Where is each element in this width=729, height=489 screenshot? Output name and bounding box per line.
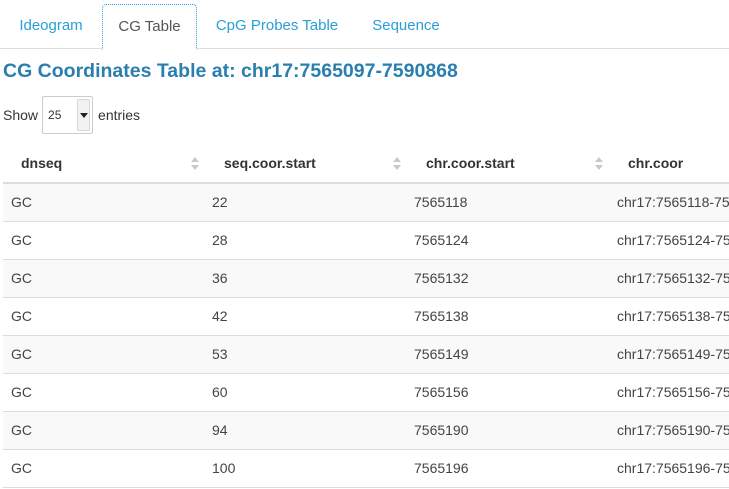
table-row[interactable]: GC 42 7565138 chr17:7565138-75 [3, 298, 729, 336]
table-row[interactable]: GC 22 7565118 chr17:7565118-75 [3, 184, 729, 222]
cell-chr-coor-start: 7565190 [414, 422, 469, 438]
tab-cpg-probes-table[interactable]: CpG Probes Table [207, 4, 347, 50]
cell-seq-coor-start: 100 [212, 460, 236, 476]
column-header-dnseq[interactable]: dnseq [21, 145, 62, 182]
length-suffix-label: entries [98, 107, 141, 123]
sort-both-icon[interactable] [393, 157, 401, 171]
tab-sequence[interactable]: Sequence [360, 4, 452, 50]
entries-per-page-select[interactable]: 25 [42, 96, 94, 134]
cell-chr-coor: chr17:7565132-75 [617, 270, 729, 286]
column-header-seq-coor-start[interactable]: seq.coor.start [224, 145, 316, 182]
tab-ideogram[interactable]: Ideogram [10, 4, 92, 50]
caret-down-icon[interactable] [77, 99, 91, 131]
cell-seq-coor-start: 42 [212, 308, 228, 324]
table-row[interactable]: GC 94 7565190 chr17:7565190-75 [3, 412, 729, 450]
page-length-control: Show 25 entries [3, 96, 140, 134]
cell-dnseq: GC [11, 384, 32, 400]
cell-dnseq: GC [11, 308, 32, 324]
cell-dnseq: GC [11, 194, 32, 210]
tab-bar: Ideogram CG Table CpG Probes Table Seque… [0, 0, 729, 50]
cell-chr-coor: chr17:7565138-75 [617, 308, 729, 324]
cell-seq-coor-start: 53 [212, 346, 228, 362]
cell-chr-coor: chr17:7565124-75 [617, 232, 729, 248]
cell-chr-coor-start: 7565118 [414, 194, 468, 210]
cell-chr-coor-start: 7565124 [414, 232, 469, 248]
cell-chr-coor-start: 7565156 [414, 384, 469, 400]
cell-seq-coor-start: 22 [212, 194, 228, 210]
table-row[interactable]: GC 36 7565132 chr17:7565132-75 [3, 260, 729, 298]
cell-chr-coor: chr17:7565118-75 [617, 194, 729, 210]
entries-per-page-value: 25 [48, 108, 62, 122]
cell-chr-coor-start: 7565196 [414, 460, 469, 476]
cell-dnseq: GC [11, 422, 32, 438]
cell-chr-coor: chr17:7565190-75 [617, 422, 729, 438]
cell-dnseq: GC [11, 460, 32, 476]
table-row[interactable]: GC 53 7565149 chr17:7565149-75 [3, 336, 729, 374]
cell-chr-coor-start: 7565138 [414, 308, 469, 324]
sort-both-icon[interactable] [191, 157, 199, 171]
sort-both-icon[interactable] [595, 157, 603, 171]
cell-dnseq: GC [11, 346, 32, 362]
cg-coordinates-table: dnseq seq.coor.start chr.coor.start chr.… [3, 145, 729, 489]
table-row[interactable]: GC 60 7565156 chr17:7565156-75 [3, 374, 729, 412]
cell-chr-coor: chr17:7565156-75 [617, 384, 729, 400]
table-row[interactable]: GC 100 7565196 chr17:7565196-75 [3, 450, 729, 488]
page-title: CG Coordinates Table at: chr17:7565097-7… [3, 60, 458, 82]
cell-dnseq: GC [11, 232, 32, 248]
cell-seq-coor-start: 28 [212, 232, 228, 248]
cell-chr-coor-start: 7565149 [414, 346, 469, 362]
column-header-chr-coor-start[interactable]: chr.coor.start [426, 145, 515, 182]
cell-chr-coor: chr17:7565196-75 [617, 460, 729, 476]
table-row[interactable]: GC 28 7565124 chr17:7565124-75 [3, 222, 729, 260]
cell-dnseq: GC [11, 270, 32, 286]
length-prefix-label: Show [3, 107, 39, 123]
column-header-chr-coor[interactable]: chr.coor [628, 145, 683, 182]
cell-chr-coor-start: 7565132 [414, 270, 469, 286]
cell-seq-coor-start: 94 [212, 422, 228, 438]
cell-seq-coor-start: 36 [212, 270, 228, 286]
tab-cg-table[interactable]: CG Table [102, 4, 197, 50]
cell-chr-coor: chr17:7565149-75 [617, 346, 729, 362]
table-header: dnseq seq.coor.start chr.coor.start chr.… [3, 145, 729, 184]
cell-seq-coor-start: 60 [212, 384, 228, 400]
